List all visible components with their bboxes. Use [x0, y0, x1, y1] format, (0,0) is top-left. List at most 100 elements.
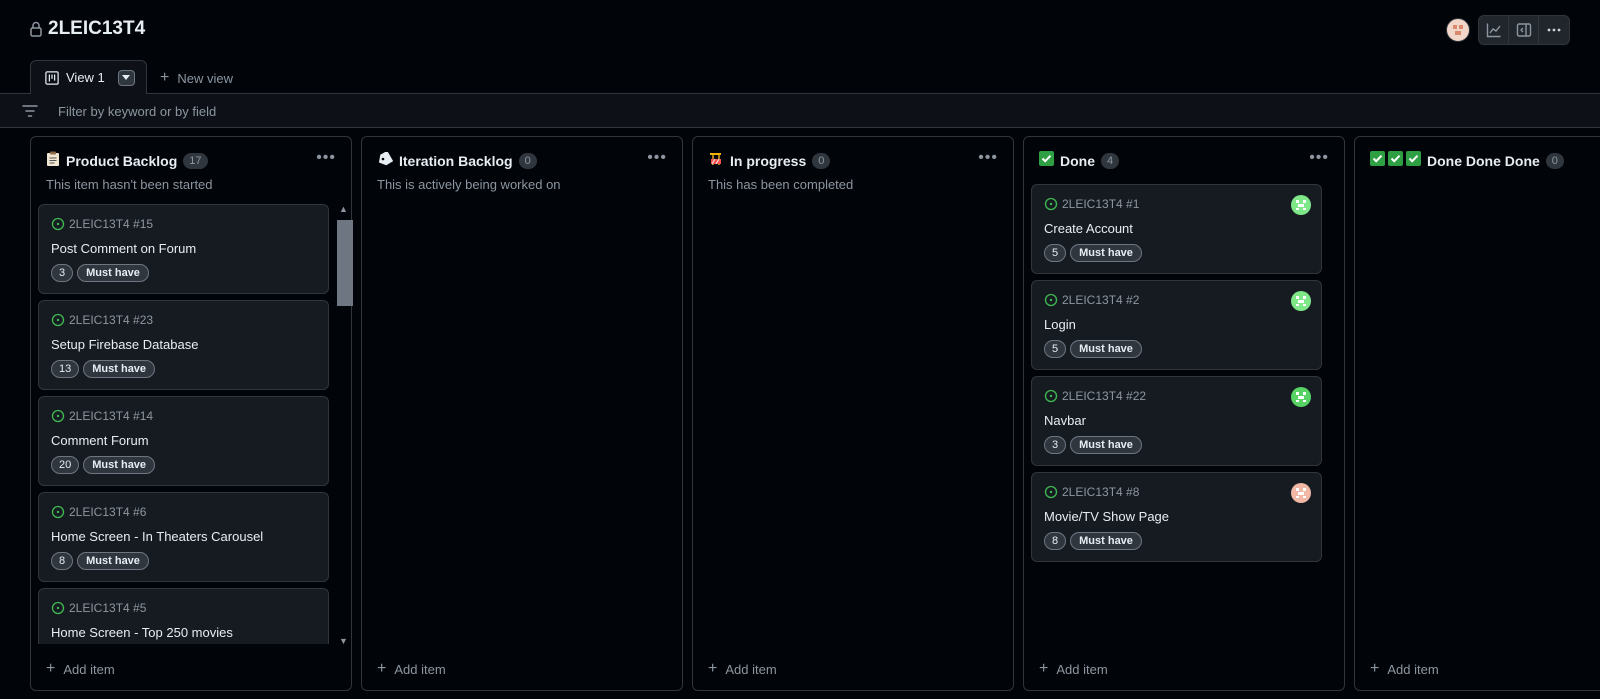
estimate-badge: 20	[51, 456, 80, 474]
issue-card[interactable]: 2LEIC13T4 #15 Post Comment on Forum 3 Must …	[38, 204, 329, 294]
column-header: Done Done Done 0	[1370, 151, 1600, 171]
column-count: 4	[1101, 153, 1120, 169]
column-emoji	[1370, 151, 1421, 171]
card-title[interactable]: Comment Forum	[51, 433, 149, 448]
card-title[interactable]: Movie/TV Show Page	[1044, 509, 1169, 524]
assignee-avatar[interactable]	[1291, 483, 1311, 503]
card-list	[1362, 184, 1600, 624]
label-icon	[377, 150, 394, 171]
clipboard-icon	[46, 151, 60, 172]
issue-card[interactable]: 2LEIC13T4 #22 Navbar 3 Must have	[1031, 376, 1322, 466]
estimate-badge: 5	[1044, 340, 1067, 358]
assignee-avatar[interactable]	[1291, 387, 1311, 407]
new-view-button[interactable]: + New view	[160, 69, 233, 87]
card-title[interactable]: Setup Firebase Database	[51, 337, 198, 352]
column-header: Iteration Backlog 0	[377, 150, 667, 171]
issue-card[interactable]: 2LEIC13T4 #14 Comment Forum 20 Must have	[38, 396, 329, 486]
issue-opened-icon	[51, 505, 65, 519]
card-fields: 13 Must have	[51, 360, 156, 378]
issue-card[interactable]: 2LEIC13T4 #2 Login 5 Must have	[1031, 280, 1322, 370]
add-item-button[interactable]: + Add item	[708, 660, 777, 678]
column-title: Done Done Done	[1427, 153, 1540, 169]
card-reference[interactable]: 2LEIC13T4 #1	[1062, 197, 1139, 211]
project-title: 2LEIC13T4	[30, 18, 145, 40]
card-title[interactable]: Create Account	[1044, 221, 1133, 236]
issue-card[interactable]: 2LEIC13T4 #5 Home Screen - Top 250 movies	[38, 588, 329, 644]
priority-label: Must have	[1070, 436, 1142, 454]
scroll-up-icon[interactable]: ▲	[339, 204, 348, 214]
card-title[interactable]: Home Screen - Top 250 movies	[51, 625, 233, 640]
issue-card[interactable]: 2LEIC13T4 #8 Movie/TV Show Page 8 Must have	[1031, 472, 1322, 562]
column-title: Iteration Backlog	[399, 153, 513, 169]
tab-label: View 1	[66, 70, 105, 85]
view-options-dropdown[interactable]	[117, 69, 135, 86]
add-item-button[interactable]: + Add item	[46, 660, 115, 678]
card-reference[interactable]: 2LEIC13T4 #6	[69, 505, 146, 519]
insights-button[interactable]	[1479, 16, 1509, 44]
issue-card[interactable]: 2LEIC13T4 #1 Create Account 5 Must have	[1031, 184, 1322, 274]
card-reference[interactable]: 2LEIC13T4 #22	[1062, 389, 1146, 403]
assignee-avatar[interactable]	[1291, 291, 1311, 311]
card-fields: 8 Must have	[1044, 532, 1142, 550]
card-title[interactable]: Home Screen - In Theaters Carousel	[51, 529, 263, 544]
lock-icon	[30, 21, 42, 37]
card-reference[interactable]: 2LEIC13T4 #23	[69, 313, 153, 327]
estimate-badge: 3	[1044, 436, 1067, 454]
add-item-button[interactable]: + Add item	[377, 660, 446, 678]
estimate-badge: 3	[51, 264, 74, 282]
card-meta: 2LEIC13T4 #23	[51, 313, 153, 327]
sidebar-icon	[1516, 23, 1531, 37]
column-emoji	[46, 151, 60, 172]
card-list	[700, 204, 991, 644]
card-title[interactable]: Post Comment on Forum	[51, 241, 196, 256]
card-reference[interactable]: 2LEIC13T4 #8	[1062, 485, 1139, 499]
filter-input[interactable]	[50, 98, 750, 124]
issue-card[interactable]: 2LEIC13T4 #23 Setup Firebase Database 13 Mu…	[38, 300, 329, 390]
plus-icon: +	[708, 660, 718, 677]
column-scrollbar[interactable]: ▲ ▼	[335, 204, 353, 646]
card-reference[interactable]: 2LEIC13T4 #15	[69, 217, 153, 231]
column-menu-button[interactable]: •••	[316, 150, 336, 166]
estimate-badge: 8	[51, 552, 74, 570]
card-fields: 20 Must have	[51, 456, 156, 474]
scroll-down-icon[interactable]: ▼	[339, 636, 348, 646]
column-description: This has been completed	[708, 177, 854, 192]
check-icon	[1370, 151, 1385, 171]
priority-label: Must have	[77, 552, 149, 570]
avatar[interactable]	[1446, 18, 1470, 42]
priority-label: Must have	[83, 360, 156, 378]
column-emoji	[1039, 151, 1054, 171]
column-menu-button[interactable]: •••	[1309, 150, 1329, 166]
triangle-down-icon	[122, 74, 131, 80]
plus-icon: +	[1039, 660, 1049, 677]
side-panel-button[interactable]	[1509, 16, 1539, 44]
card-fields: 3 Must have	[1044, 436, 1142, 454]
column-title: Product Backlog	[66, 153, 178, 169]
assignee-avatar[interactable]	[1291, 195, 1311, 215]
tab-view-1[interactable]: View 1	[30, 60, 147, 95]
priority-label: Must have	[83, 456, 156, 474]
add-item-button[interactable]: + Add item	[1370, 660, 1439, 678]
card-title[interactable]: Navbar	[1044, 413, 1086, 428]
card-title[interactable]: Login	[1044, 317, 1076, 332]
column-description: This is actively being worked on	[377, 177, 561, 192]
card-reference[interactable]: 2LEIC13T4 #5	[69, 601, 146, 615]
column-menu-button[interactable]: •••	[978, 150, 998, 166]
more-options-button[interactable]	[1539, 16, 1569, 44]
plus-icon: +	[46, 660, 56, 677]
column-done-done-done: Done Done Done0•••+Add item	[1354, 136, 1600, 691]
plus-icon: +	[1370, 660, 1380, 677]
filter-bar	[0, 94, 1600, 128]
issue-card[interactable]: 2LEIC13T4 #6 Home Screen - In Theaters Ca…	[38, 492, 329, 582]
avatar-image-icon	[1453, 25, 1463, 35]
filter-icon	[22, 105, 38, 117]
top-bar: 2LEIC13T4	[0, 0, 1600, 58]
add-item-label: Add item	[725, 661, 777, 677]
add-item-label: Add item	[1056, 661, 1108, 677]
card-reference[interactable]: 2LEIC13T4 #14	[69, 409, 153, 423]
kebab-horizontal-icon	[1547, 28, 1561, 32]
card-reference[interactable]: 2LEIC13T4 #2	[1062, 293, 1139, 307]
column-menu-button[interactable]: •••	[647, 150, 667, 166]
add-item-button[interactable]: + Add item	[1039, 660, 1108, 678]
scrollbar-thumb[interactable]	[337, 220, 353, 306]
